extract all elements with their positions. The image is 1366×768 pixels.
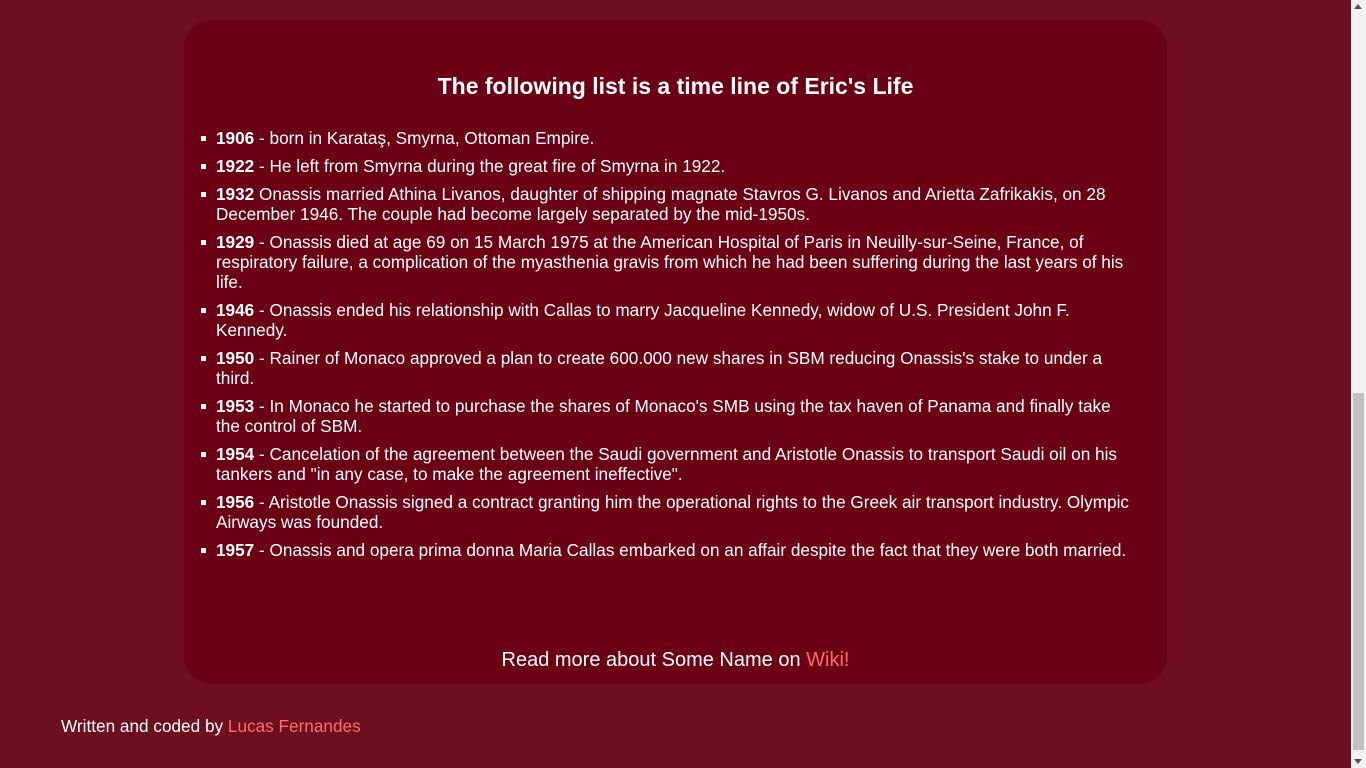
timeline-item: 1946 - Onassis ended his relationship wi… bbox=[201, 300, 1130, 340]
timeline-year: 1953 bbox=[216, 396, 255, 416]
timeline-year: 1932 bbox=[216, 184, 255, 204]
timeline-list: 1906 - born in Karataş, Smyrna, Ottoman … bbox=[201, 128, 1130, 568]
timeline-item: 1953 - In Monaco he started to purchase … bbox=[201, 396, 1130, 436]
scrollbar-thumb[interactable] bbox=[1353, 393, 1364, 750]
timeline-year: 1954 bbox=[216, 444, 255, 464]
page: The following list is a time line of Eri… bbox=[0, 0, 1351, 768]
timeline-item: 1932 Onassis married Athina Livanos, dau… bbox=[201, 184, 1130, 224]
footer-text: Written and coded by bbox=[61, 716, 228, 736]
author-link[interactable]: Lucas Fernandes bbox=[228, 716, 361, 736]
read-more-text: Read more about Some Name on bbox=[501, 649, 807, 671]
wiki-link[interactable]: Wiki! bbox=[806, 649, 849, 671]
timeline-text: - Onassis ended his relationship with Ca… bbox=[216, 300, 1070, 340]
timeline-card: The following list is a time line of Eri… bbox=[184, 20, 1167, 684]
timeline-item: 1957 - Onassis and opera prima donna Mar… bbox=[201, 540, 1130, 560]
timeline-text: - Rainer of Monaco approved a plan to cr… bbox=[216, 348, 1103, 388]
timeline-item: 1950 - Rainer of Monaco approved a plan … bbox=[201, 348, 1130, 388]
footer: Written and coded by Lucas Fernandes bbox=[61, 716, 361, 736]
timeline-year: 1946 bbox=[216, 300, 255, 320]
timeline-text: - Onassis died at age 69 on 15 March 197… bbox=[216, 232, 1124, 292]
timeline-text: - Cancelation of the agreement between t… bbox=[216, 444, 1117, 484]
timeline-year: 1929 bbox=[216, 232, 255, 252]
timeline-item: 1956 - Aristotle Onassis signed a contra… bbox=[201, 492, 1130, 532]
timeline-year: 1922 bbox=[216, 156, 255, 176]
timeline-text: - He left from Smyrna during the great f… bbox=[254, 156, 726, 176]
read-more: Read more about Some Name on Wiki! bbox=[184, 648, 1167, 672]
card-title: The following list is a time line of Eri… bbox=[437, 73, 914, 99]
timeline-year: 1950 bbox=[216, 348, 255, 368]
scroll-up-arrow-icon[interactable] bbox=[1354, 4, 1362, 9]
timeline-year: 1957 bbox=[216, 540, 255, 560]
timeline-item: 1929 - Onassis died at age 69 on 15 Marc… bbox=[201, 232, 1130, 292]
timeline-text: Onassis married Athina Livanos, daughter… bbox=[216, 184, 1106, 224]
timeline-text: - born in Karataş, Smyrna, Ottoman Empir… bbox=[254, 128, 595, 148]
timeline-item: 1922 - He left from Smyrna during the gr… bbox=[201, 156, 1130, 176]
vertical-scrollbar[interactable] bbox=[1351, 0, 1366, 768]
scroll-down-arrow-icon[interactable] bbox=[1354, 759, 1362, 764]
timeline-item: 1906 - born in Karataş, Smyrna, Ottoman … bbox=[201, 128, 1130, 148]
timeline-item: 1954 - Cancelation of the agreement betw… bbox=[201, 444, 1130, 484]
timeline-text: - In Monaco he started to purchase the s… bbox=[216, 396, 1111, 436]
timeline-text: - Onassis and opera prima donna Maria Ca… bbox=[254, 540, 1127, 560]
timeline-year: 1906 bbox=[216, 128, 255, 148]
timeline-text: - Aristotle Onassis signed a contract gr… bbox=[216, 492, 1129, 532]
timeline-year: 1956 bbox=[216, 492, 255, 512]
